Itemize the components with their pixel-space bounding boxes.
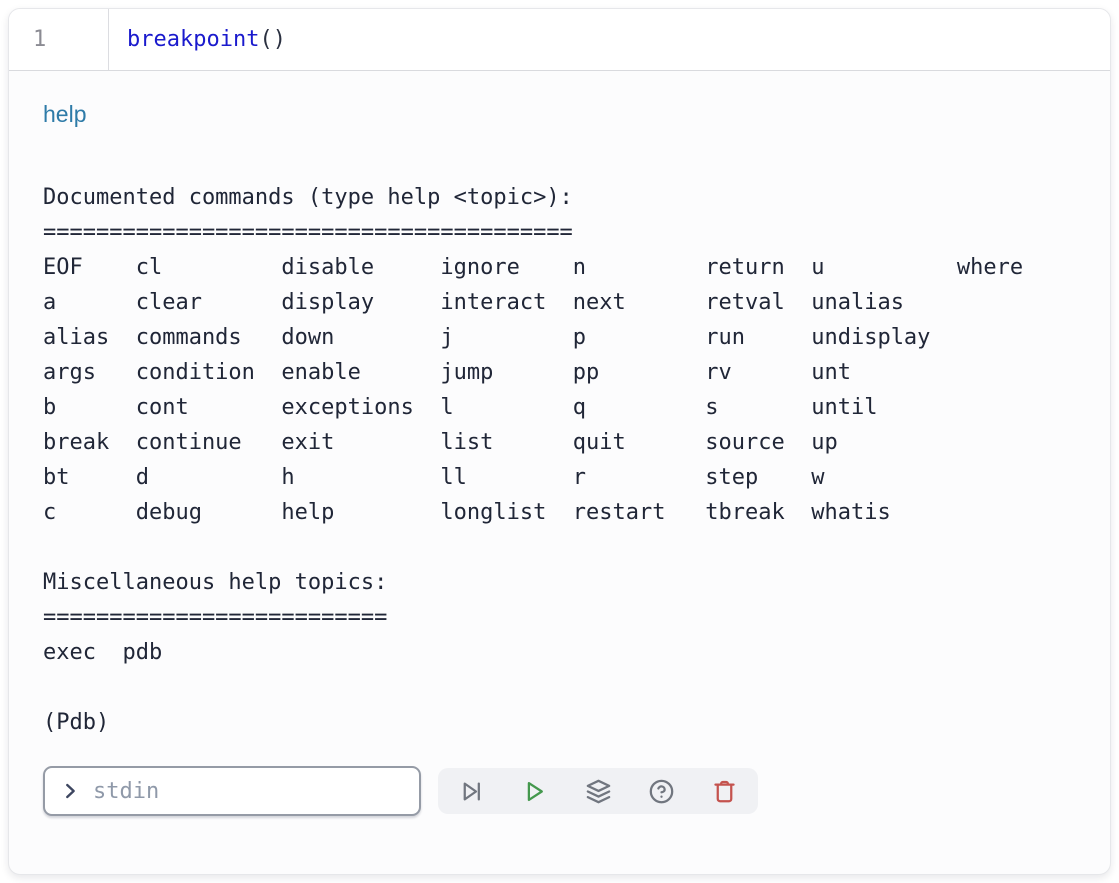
chevron-right-icon <box>59 780 81 802</box>
line-number: 1 <box>33 27 46 52</box>
play-icon <box>521 778 548 805</box>
code-line[interactable]: breakpoint() <box>127 9 286 70</box>
toolbar <box>438 768 758 814</box>
question-circle-icon <box>648 778 675 805</box>
stdin-box[interactable] <box>43 766 421 816</box>
step-forward-button[interactable] <box>458 778 485 805</box>
run-button[interactable] <box>521 778 548 805</box>
clear-button[interactable] <box>711 778 738 805</box>
pdb-help-output: Documented commands (type help <topic>):… <box>43 180 1076 740</box>
repl-card: 1 breakpoint() help Documented commands … <box>8 8 1111 875</box>
io-row <box>43 766 1076 816</box>
trash-icon <box>711 778 738 805</box>
echoed-command: help <box>43 101 1076 128</box>
editor-gutter: 1 <box>9 9 109 70</box>
help-button[interactable] <box>648 778 675 805</box>
layers-icon <box>585 778 612 805</box>
code-editor-row: 1 breakpoint() <box>9 9 1110 71</box>
code-token-function: breakpoint <box>127 27 259 52</box>
stack-button[interactable] <box>585 778 612 805</box>
console-output-area: help Documented commands (type help <top… <box>9 71 1110 816</box>
code-token-parens: () <box>259 27 286 52</box>
stdin-input[interactable] <box>93 779 405 804</box>
step-forward-icon <box>458 778 485 805</box>
